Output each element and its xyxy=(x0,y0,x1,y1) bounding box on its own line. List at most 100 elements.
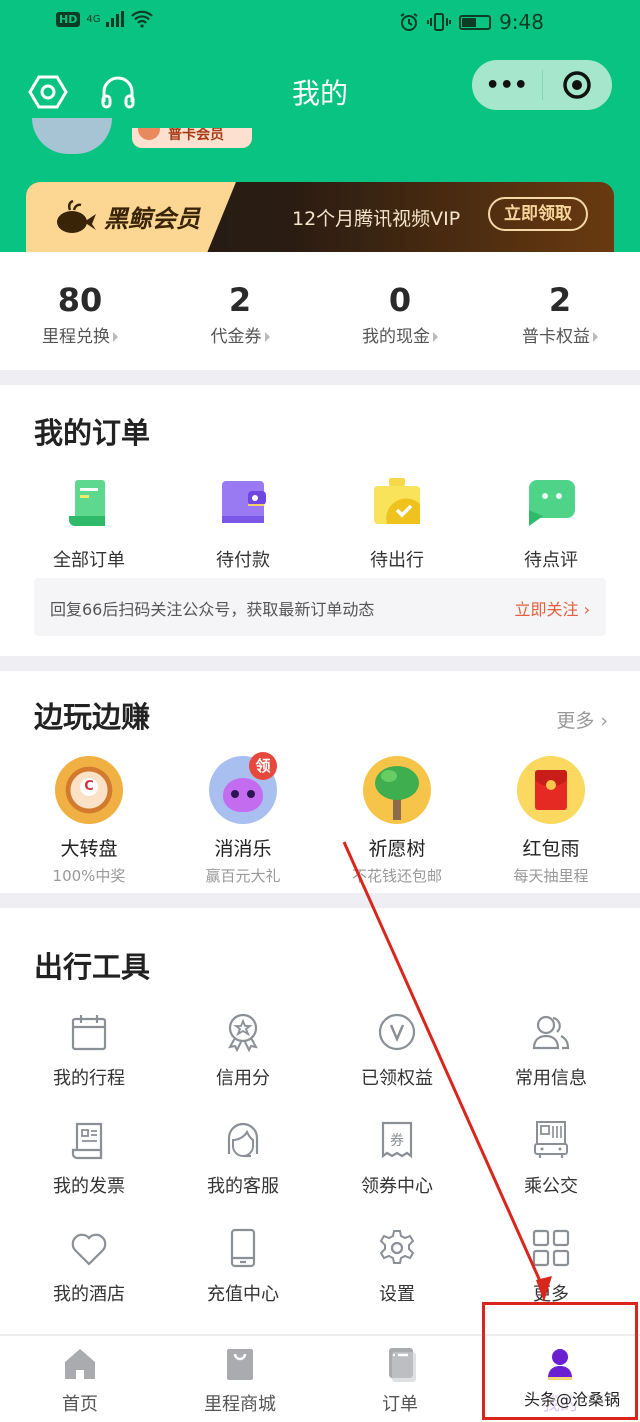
order-book-icon xyxy=(389,1348,416,1382)
tool-credit-score[interactable]: 信用分 xyxy=(166,1012,320,1090)
order-label: 待出行 xyxy=(370,550,424,571)
stat-label: 我的现金 xyxy=(362,327,430,347)
play-earn-more-link[interactable]: 更多 › xyxy=(556,706,608,733)
game-red-envelope[interactable]: 红包雨 每天抽里程 xyxy=(474,756,628,886)
stat-label: 代金券 xyxy=(210,327,262,347)
game-subtitle: 赢百元大礼 xyxy=(205,867,281,885)
v-badge-icon xyxy=(138,128,160,140)
order-list-icon xyxy=(69,480,105,526)
tool-recharge[interactable]: 充值中心 xyxy=(166,1228,320,1306)
more-menu-button[interactable]: ••• xyxy=(472,60,542,110)
caret-right-icon xyxy=(433,332,438,342)
tool-label: 已领权益 xyxy=(361,1068,433,1089)
tools-row-3: 我的酒店 充值中心 设置 更多 xyxy=(12,1228,628,1306)
tab-mileage-mall[interactable]: 里程商城 xyxy=(160,1336,320,1422)
section-divider xyxy=(0,893,640,908)
caret-right-icon xyxy=(264,332,270,342)
close-mini-program-button[interactable] xyxy=(543,60,613,110)
target-close-icon xyxy=(563,71,591,99)
tool-label: 我的酒店 xyxy=(53,1284,125,1305)
tool-my-trips[interactable]: 我的行程 xyxy=(12,1012,166,1090)
game-wish-tree[interactable]: 祈愿树 不花钱还包邮 xyxy=(320,756,474,886)
badge-star-icon xyxy=(228,1013,258,1052)
header: HD 4G 9:48 我的 ••• 普卡会员 黑鲸会员 12个月腾讯视频VIP … xyxy=(0,0,640,254)
follow-now-link[interactable]: 立即关注 › xyxy=(515,596,591,620)
order-all[interactable]: 全部订单 xyxy=(12,476,166,572)
follow-tip-text: 回复66后扫码关注公众号，获取最新订单动态 xyxy=(50,600,375,619)
stat-value: 2 xyxy=(548,281,572,319)
svg-text:券: 券 xyxy=(390,1133,404,1149)
mini-program-capsule: ••• xyxy=(472,60,612,110)
network-type: 4G xyxy=(86,13,101,25)
heart-icon xyxy=(71,1233,107,1266)
stat-mileage[interactable]: 80 里程兑换 xyxy=(0,252,160,370)
tool-more[interactable]: 更多 xyxy=(474,1228,628,1306)
profile-icon xyxy=(548,1349,572,1380)
calendar-icon xyxy=(71,1015,107,1051)
member-level-label: 普卡会员 xyxy=(168,128,224,143)
tool-label: 信用分 xyxy=(216,1068,270,1089)
grid-icon xyxy=(532,1229,570,1267)
tab-home[interactable]: 首页 xyxy=(0,1336,160,1422)
chat-bubble-icon xyxy=(529,480,575,526)
wheel-icon: C xyxy=(55,756,123,824)
customer-service-icon xyxy=(227,1122,259,1158)
game-name: 红包雨 xyxy=(522,838,580,860)
stat-label: 里程兑换 xyxy=(42,327,110,347)
tools-row-1: 我的行程 信用分 已领权益 常用信息 xyxy=(12,1012,628,1090)
more-dots-icon: ••• xyxy=(485,72,528,98)
game-match[interactable]: 领 消消乐 赢百元大礼 xyxy=(166,752,320,886)
game-wheel[interactable]: C 大转盘 100%中奖 xyxy=(12,756,166,886)
suitcase-check-icon xyxy=(374,478,420,524)
wallet-icon xyxy=(222,481,266,523)
stat-benefits[interactable]: 2 普卡权益 xyxy=(480,252,640,370)
order-shortcuts: 全部订单 待付款 待出行 待点评 xyxy=(12,476,628,572)
coupon-icon: 券 xyxy=(381,1121,413,1159)
tool-label: 设置 xyxy=(379,1284,415,1305)
tool-label: 更多 xyxy=(533,1284,569,1305)
game-subtitle: 每天抽里程 xyxy=(513,867,589,885)
vibrate-icon xyxy=(427,13,452,31)
clock: 9:48 xyxy=(499,10,544,34)
tab-orders[interactable]: 订单 xyxy=(320,1336,480,1422)
wifi-icon xyxy=(131,10,154,28)
claim-vip-button[interactable]: 立即领取 xyxy=(488,197,588,231)
order-label: 全部订单 xyxy=(53,550,125,571)
caret-right-icon xyxy=(593,332,598,342)
users-icon xyxy=(532,1015,570,1050)
game-name: 大转盘 xyxy=(60,838,118,860)
stat-value: 0 xyxy=(388,281,412,319)
whale-icon xyxy=(57,199,96,233)
vip-logo: 黑鲸会员 xyxy=(54,198,200,234)
watermark: 头条@沧桑锅 xyxy=(524,1390,621,1409)
tool-label: 我的客服 xyxy=(207,1176,279,1197)
tool-claimed-benefits[interactable]: 已领权益 xyxy=(320,1012,474,1090)
stat-vouchers[interactable]: 2 代金券 xyxy=(160,252,320,370)
status-bar-right: 9:48 xyxy=(399,10,544,34)
order-pending-review[interactable]: 待点评 xyxy=(474,476,628,572)
game-subtitle: 不花钱还包邮 xyxy=(351,867,442,885)
red-envelope-icon xyxy=(517,756,585,824)
member-level-badge[interactable]: 普卡会员 xyxy=(132,128,252,148)
tool-customer-service[interactable]: 我的客服 xyxy=(166,1120,320,1198)
tool-common-info[interactable]: 常用信息 xyxy=(474,1012,628,1090)
tool-bus[interactable]: 乘公交 xyxy=(474,1120,628,1198)
section-divider xyxy=(0,370,640,385)
vip-banner[interactable]: 黑鲸会员 12个月腾讯视频VIP 立即领取 xyxy=(26,182,614,254)
tool-invoices[interactable]: 我的发票 xyxy=(12,1120,166,1198)
play-earn-items: C 大转盘 100%中奖 领 消消乐 赢百元大礼 祈愿树 不花钱还包邮 红包雨 … xyxy=(12,752,628,886)
avatar[interactable] xyxy=(32,118,112,154)
order-pending-payment[interactable]: 待付款 xyxy=(166,476,320,572)
bus-qr-icon xyxy=(534,1121,568,1158)
tool-coupon-center[interactable]: 券 领券中心 xyxy=(320,1120,474,1198)
tool-settings[interactable]: 设置 xyxy=(320,1228,474,1306)
tab-label: 订单 xyxy=(382,1394,418,1415)
tool-my-hotels[interactable]: 我的酒店 xyxy=(12,1228,166,1306)
home-icon xyxy=(65,1349,95,1379)
stat-cash[interactable]: 0 我的现金 xyxy=(320,252,480,370)
tool-label: 充值中心 xyxy=(207,1284,279,1305)
shopping-bag-icon xyxy=(227,1349,253,1380)
v-circle-icon xyxy=(378,1013,416,1051)
tool-label: 常用信息 xyxy=(515,1068,587,1089)
order-pending-trip[interactable]: 待出行 xyxy=(320,476,474,572)
